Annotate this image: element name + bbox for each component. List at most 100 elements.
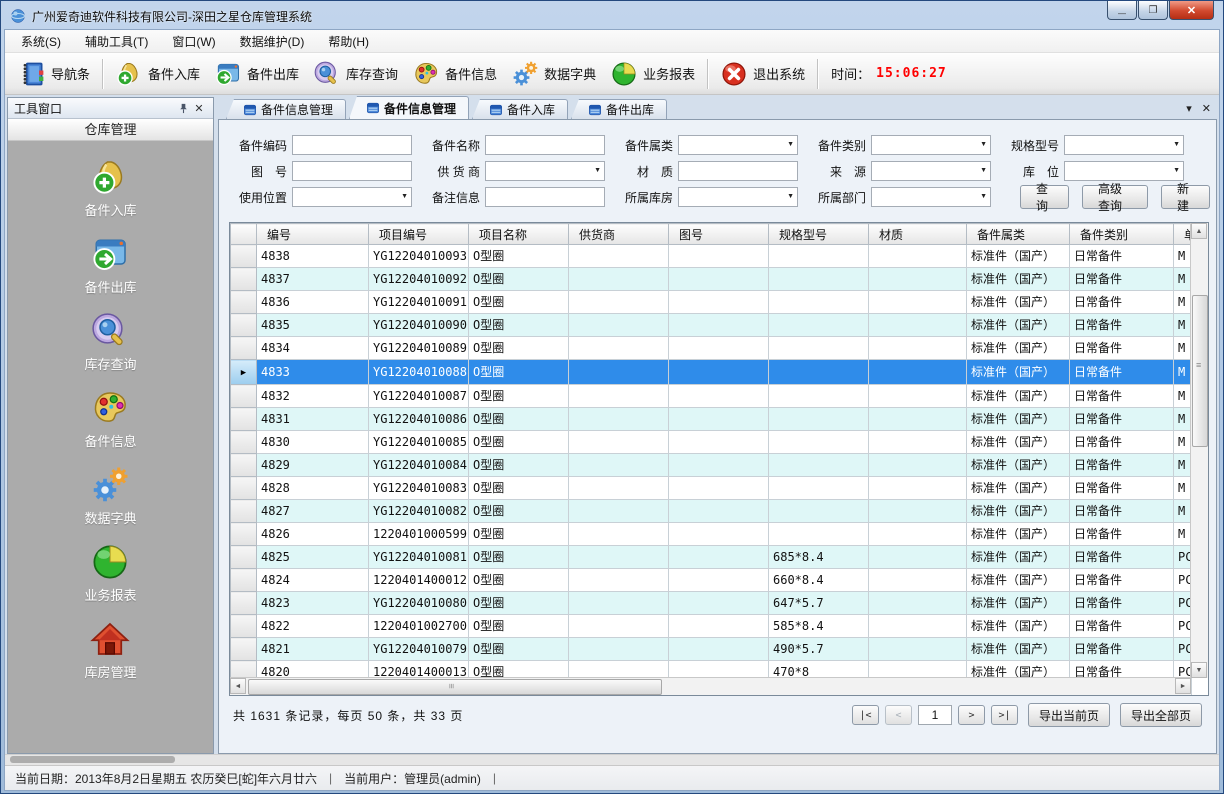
table-cell[interactable]	[669, 431, 769, 454]
table-row[interactable]: 4823YG12204010080O型圈647*5.7标准件（国产）日常备件PC	[231, 592, 1192, 615]
row-selector-cell[interactable]	[231, 385, 257, 408]
table-cell[interactable]: 4827	[257, 500, 369, 523]
table-cell[interactable]: 标准件（国产）	[967, 454, 1070, 477]
table-cell[interactable]: 标准件（国产）	[967, 245, 1070, 268]
table-cell[interactable]: 标准件（国产）	[967, 592, 1070, 615]
next-page-button[interactable]: >	[958, 705, 985, 725]
scroll-down-icon[interactable]: ▼	[1191, 662, 1207, 678]
table-cell[interactable]: 日常备件	[1070, 245, 1174, 268]
row-selector-cell[interactable]	[231, 245, 257, 268]
table-cell[interactable]: O型圈	[469, 291, 569, 314]
table-cell[interactable]	[869, 546, 967, 569]
table-cell[interactable]: O型圈	[469, 546, 569, 569]
table-cell[interactable]	[669, 477, 769, 500]
table-cell[interactable]: 日常备件	[1070, 314, 1174, 337]
toolbar-button-nav-bar[interactable]: 导航条	[11, 57, 97, 91]
table-cell[interactable]	[669, 385, 769, 408]
table-cell[interactable]: 日常备件	[1070, 291, 1174, 314]
table-cell[interactable]: PC	[1174, 546, 1192, 569]
table-cell[interactable]: 4829	[257, 454, 369, 477]
toolbar-button-spare-in[interactable]: 备件入库	[108, 57, 207, 91]
table-cell[interactable]: 标准件（国产）	[967, 268, 1070, 291]
table-cell[interactable]: YG12204010081	[369, 546, 469, 569]
table-cell[interactable]	[669, 500, 769, 523]
spare-category-select[interactable]	[678, 135, 798, 155]
row-selector-cell[interactable]	[231, 569, 257, 592]
table-row[interactable]: 4827YG12204010082O型圈标准件（国产）日常备件M	[231, 500, 1192, 523]
table-cell[interactable]: 标准件（国产）	[967, 477, 1070, 500]
table-row[interactable]: 48241220401400012O型圈660*8.4标准件（国产）日常备件PC	[231, 569, 1192, 592]
table-cell[interactable]	[669, 291, 769, 314]
table-cell[interactable]: 标准件（国产）	[967, 337, 1070, 360]
close-panel-icon[interactable]: ✕	[191, 102, 207, 115]
table-cell[interactable]	[569, 431, 669, 454]
table-cell[interactable]: YG12204010093	[369, 245, 469, 268]
row-selector-cell[interactable]	[231, 615, 257, 638]
table-cell[interactable]	[769, 408, 869, 431]
sidebar-item-spare-in[interactable]: 备件入库	[84, 157, 136, 219]
table-cell[interactable]	[669, 268, 769, 291]
table-cell[interactable]: 4826	[257, 523, 369, 546]
spec-model-select[interactable]	[1064, 135, 1184, 155]
table-row[interactable]: 4825YG12204010081O型圈685*8.4标准件（国产）日常备件PC	[231, 546, 1192, 569]
table-cell[interactable]: M	[1174, 477, 1192, 500]
table-row[interactable]: 48221220401002700O型圈585*8.4标准件（国产）日常备件PC	[231, 615, 1192, 638]
table-cell[interactable]: 日常备件	[1070, 546, 1174, 569]
table-cell[interactable]	[569, 592, 669, 615]
table-row[interactable]: 48261220401000599O型圈标准件（国产）日常备件M	[231, 523, 1192, 546]
table-cell[interactable]: 标准件（国产）	[967, 408, 1070, 431]
tab-spare-out[interactable]: 备件出库	[571, 99, 667, 119]
table-cell[interactable]: 4837	[257, 268, 369, 291]
table-cell[interactable]	[569, 314, 669, 337]
toolbar-button-spare-out[interactable]: 备件出库	[207, 57, 306, 91]
table-cell[interactable]	[869, 314, 967, 337]
table-cell[interactable]: 1220401000599	[369, 523, 469, 546]
table-cell[interactable]	[769, 268, 869, 291]
table-cell[interactable]: 4830	[257, 431, 369, 454]
row-selector-cell[interactable]	[231, 337, 257, 360]
table-cell[interactable]: M	[1174, 385, 1192, 408]
table-cell[interactable]: O型圈	[469, 615, 569, 638]
table-cell[interactable]: 4835	[257, 314, 369, 337]
row-selector-cell[interactable]	[231, 268, 257, 291]
close-button[interactable]	[1169, 1, 1214, 20]
table-cell[interactable]	[869, 245, 967, 268]
vertical-scrollbar[interactable]: ▲ ▼	[1190, 223, 1208, 678]
table-cell[interactable]	[669, 523, 769, 546]
table-cell[interactable]: M	[1174, 454, 1192, 477]
table-cell[interactable]	[569, 408, 669, 431]
table-cell[interactable]	[869, 569, 967, 592]
pin-icon[interactable]	[175, 103, 191, 114]
table-cell[interactable]: 标准件（国产）	[967, 360, 1070, 385]
table-cell[interactable]	[769, 337, 869, 360]
table-cell[interactable]	[769, 454, 869, 477]
table-cell[interactable]: YG12204010089	[369, 337, 469, 360]
table-cell[interactable]: 4822	[257, 615, 369, 638]
table-cell[interactable]	[769, 523, 869, 546]
table-cell[interactable]: PC	[1174, 615, 1192, 638]
table-cell[interactable]	[869, 408, 967, 431]
tab-spare-info-manage-2[interactable]: 备件信息管理	[349, 96, 469, 119]
row-selector-cell[interactable]	[231, 477, 257, 500]
tab-spare-in[interactable]: 备件入库	[472, 99, 568, 119]
table-cell[interactable]	[569, 268, 669, 291]
toolbar-button-spare-info[interactable]: 备件信息	[405, 57, 504, 91]
table-cell[interactable]	[569, 245, 669, 268]
table-cell[interactable]: YG12204010087	[369, 385, 469, 408]
table-cell[interactable]	[669, 569, 769, 592]
department-select[interactable]	[871, 187, 991, 207]
table-cell[interactable]	[769, 245, 869, 268]
minimize-button[interactable]	[1107, 1, 1137, 20]
scroll-up-icon[interactable]: ▲	[1191, 223, 1207, 239]
table-cell[interactable]: O型圈	[469, 592, 569, 615]
sidebar-item-warehouse-manage[interactable]: 库房管理	[84, 619, 136, 681]
table-cell[interactable]	[669, 592, 769, 615]
table-cell[interactable]: 4831	[257, 408, 369, 431]
toolbar-button-biz-report[interactable]: 业务报表	[603, 57, 702, 91]
sidebar-item-spare-info[interactable]: 备件信息	[84, 388, 136, 450]
table-cell[interactable]: M	[1174, 314, 1192, 337]
location-select[interactable]	[1064, 161, 1184, 181]
table-cell[interactable]	[669, 615, 769, 638]
table-cell[interactable]	[869, 638, 967, 661]
table-cell[interactable]: 4832	[257, 385, 369, 408]
